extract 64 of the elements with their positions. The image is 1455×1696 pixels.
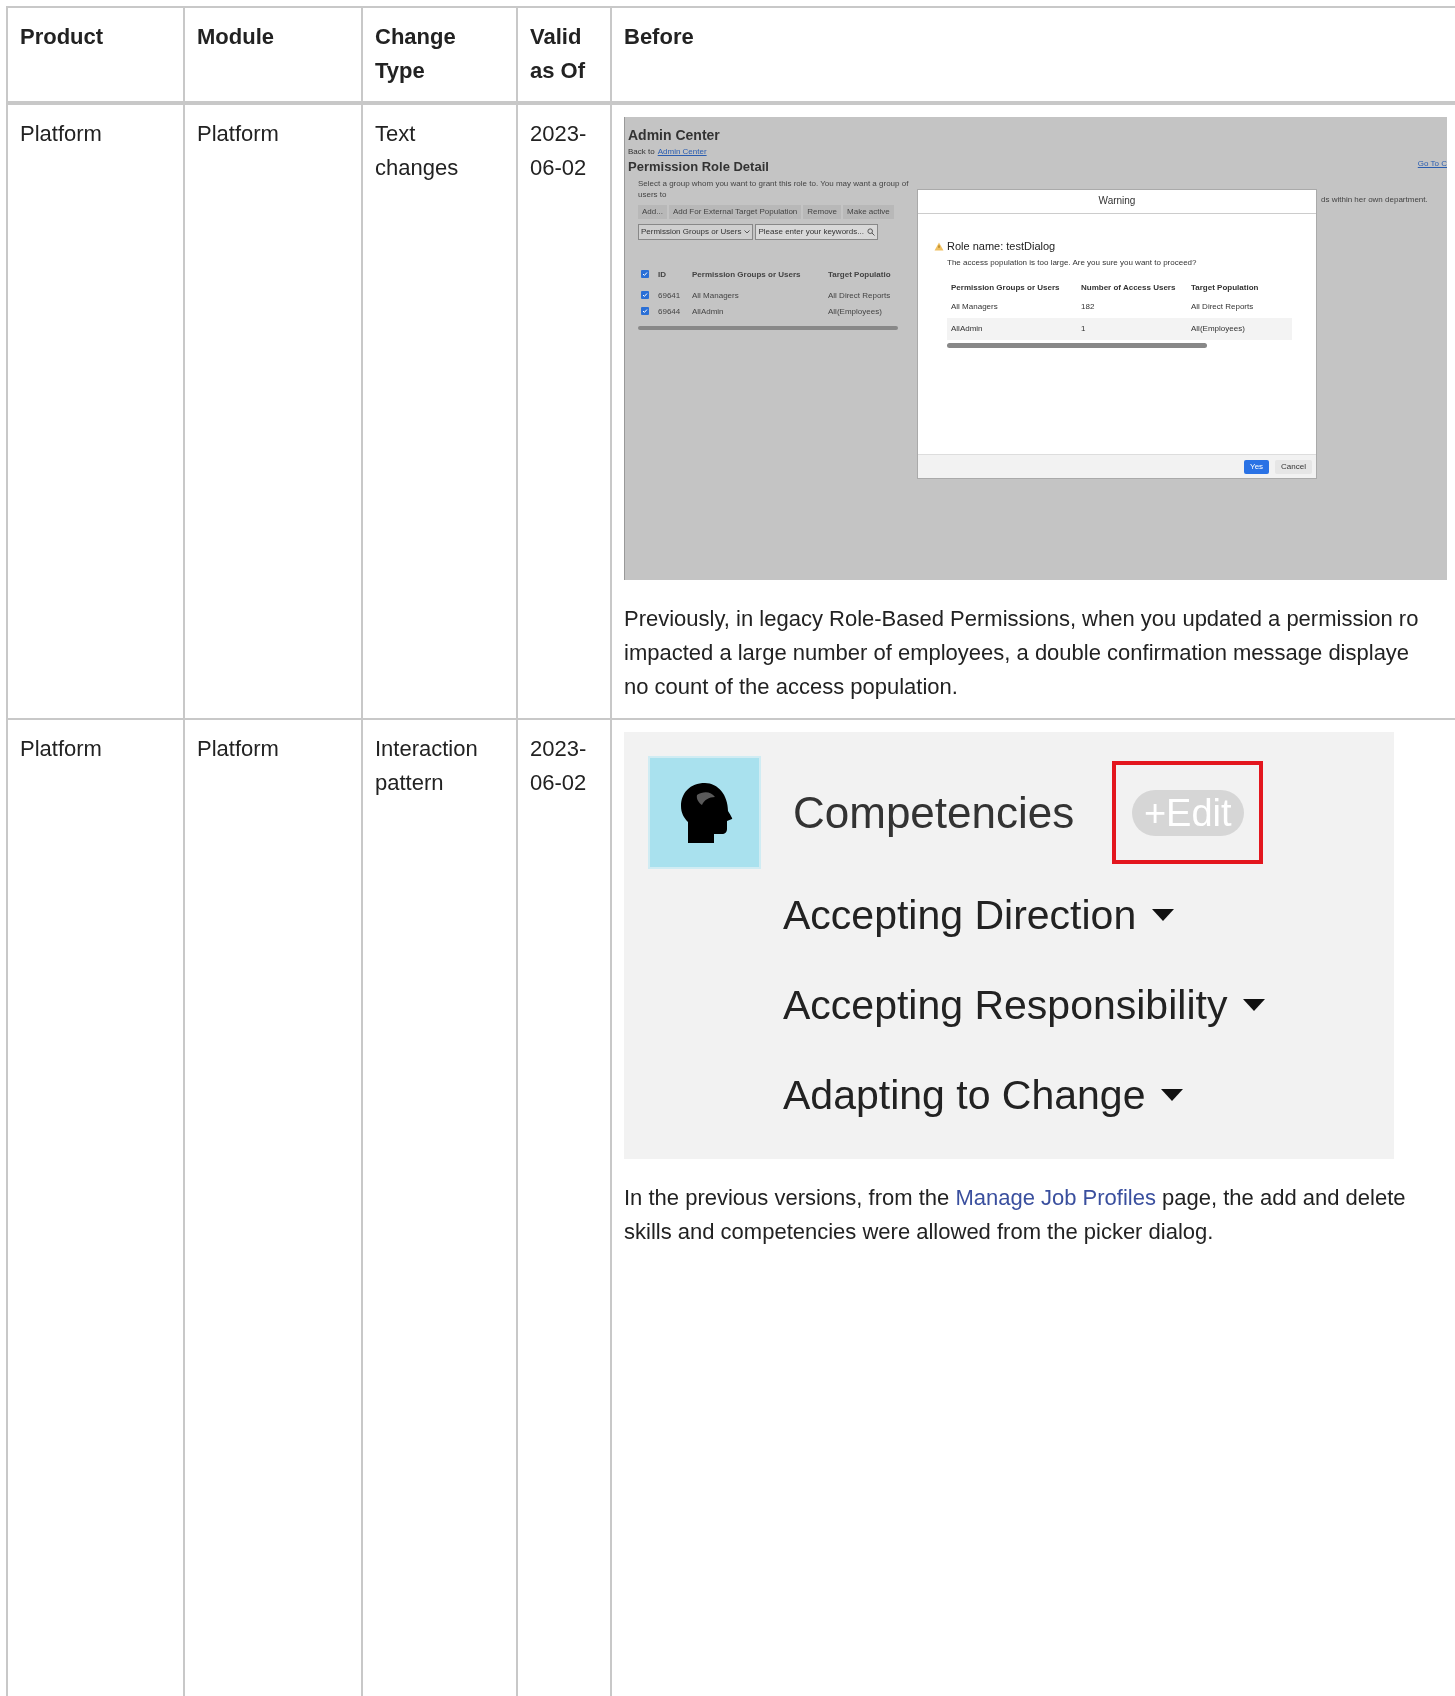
caret-icon: [1243, 999, 1266, 1011]
search-field[interactable]: Please enter your keywords...: [755, 223, 878, 240]
breadcrumb-link[interactable]: Admin Center: [657, 146, 707, 157]
table-cell-text: 69644: [658, 306, 682, 317]
toolbar-button[interactable]: Add...: [638, 204, 667, 219]
table-cell: All Direct Reports: [828, 290, 891, 301]
column-header: Before: [611, 7, 1455, 103]
table-cell: 182: [1077, 295, 1187, 318]
dropdown-item[interactable]: Accepting Responsibility: [783, 977, 1394, 1033]
dialog-button[interactable]: Yes: [1244, 459, 1270, 474]
column-header: Permission Groups or Users: [692, 269, 802, 280]
dialog-button[interactable]: Cancel: [1275, 459, 1312, 474]
dropdown-item[interactable]: Adapting to Change: [783, 1067, 1394, 1123]
column-header: Product: [7, 7, 184, 103]
section-title: Competencies: [793, 786, 1075, 839]
scrollbar[interactable]: [947, 342, 1207, 348]
chevron-icon: [744, 229, 751, 234]
checkbox[interactable]: [641, 290, 649, 299]
dropdown-item[interactable]: Accepting Direction: [783, 887, 1394, 943]
table-cell: All Managers: [947, 295, 1077, 318]
table-cell: Platform: [184, 103, 362, 719]
column-header: Valid as Of: [517, 7, 611, 103]
column-header: Change Type: [362, 7, 517, 103]
toolbar-button[interactable]: Add For External Target Population: [668, 204, 802, 219]
dialog-heading: Role name: testDialog: [947, 240, 1056, 254]
column-header: Target Populatio: [828, 269, 891, 280]
scrollbar[interactable]: [638, 325, 898, 330]
dialog-title: Warning: [1098, 195, 1136, 208]
table-cell: Platform: [7, 719, 184, 1696]
section-title: Permission Role Detail: [628, 158, 770, 175]
table-cell: Text changes: [362, 103, 517, 719]
column-header: ID: [658, 269, 667, 280]
caret-icon: [1161, 1089, 1184, 1101]
dialog-message: The access population is too large. Are you sure you want to proceed?: [946, 257, 1198, 268]
instruction-text: ds within her own department.: [1321, 195, 1428, 205]
table-cell-text: 69641: [658, 290, 682, 301]
table-cell-text: AllAdmin: [692, 306, 725, 317]
checkbox[interactable]: [641, 269, 649, 278]
search-icon: [866, 227, 875, 236]
page-title: Admin Center: [628, 127, 721, 145]
checkbox[interactable]: [641, 306, 649, 315]
column-header: Permission Groups or Users: [950, 281, 1061, 294]
link[interactable]: Manage Job Profiles: [955, 1185, 1156, 1210]
table-cell: All(Employees): [828, 306, 882, 317]
table-cell: All Direct Reports: [1187, 295, 1292, 318]
link[interactable]: Go To C: [1417, 159, 1447, 169]
table-cell: 1: [1077, 317, 1187, 340]
description-text: In the previous versions, from the Manage Job Profiles page, the add and delete skills and competencies were allowed from the picker dialog.: [624, 1184, 1407, 1246]
table-cell: 2023-06-02: [517, 103, 611, 719]
column-header: Target Population: [1190, 281, 1260, 294]
warning-icon: [934, 242, 944, 252]
breadcrumb-text: Back to: [628, 146, 655, 157]
filter-dropdown[interactable]: Permission Groups or Users: [638, 223, 754, 240]
column-header: Module: [184, 7, 362, 103]
table-cell: Platform: [7, 103, 184, 719]
table-cell: AllAdmin: [947, 317, 1077, 340]
toolbar-button[interactable]: Make active: [843, 204, 894, 219]
caret-icon: [1152, 909, 1175, 921]
table-cell: All(Employees): [1187, 317, 1292, 340]
description-text: Previously, in legacy Role-Based Permissions, when you updated a permission ro impacted a large number of employees, a double confirmation message displaye no count of the access population.: [624, 605, 1420, 701]
table-cell-text: All Managers: [692, 290, 740, 301]
instruction-text: Select a group whom you want to grant this role to. You may want a group of users to: [638, 177, 910, 200]
column-header: Number of Access Users: [1080, 281, 1177, 294]
toolbar-button[interactable]: Remove: [803, 204, 842, 219]
